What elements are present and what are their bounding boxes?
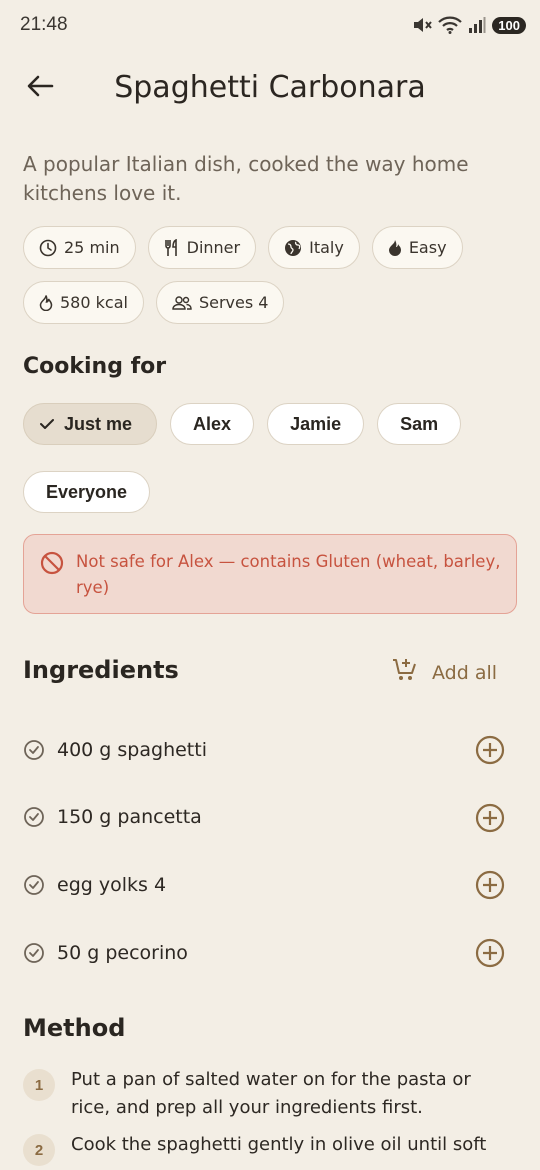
person-option-alex[interactable]: Alex (170, 403, 255, 445)
ingredients-heading: Ingredients (23, 656, 179, 684)
chip-label: Dinner (186, 238, 241, 257)
add-ingredient-button[interactable] (475, 870, 505, 904)
chip-servings: Serves 4 (155, 281, 285, 324)
check-icon (40, 414, 54, 435)
person-option-label: Jamie (290, 413, 342, 434)
add-ingredient-button[interactable] (475, 803, 505, 837)
chip-time: 25 min (23, 226, 136, 269)
chip-difficulty: Easy (371, 226, 463, 269)
check-circle-icon (23, 874, 45, 896)
flame-icon (39, 294, 53, 311)
step-text: Cook the spaghetti gently in olive oil u… (71, 1134, 487, 1155)
signal-icon (468, 17, 486, 33)
person-option-everyone[interactable]: Everyone (23, 471, 151, 513)
person-option-sam[interactable]: Sam (377, 403, 462, 445)
chip-label: 25 min (64, 238, 120, 257)
add-all-button[interactable]: Add all (392, 657, 497, 688)
allergy-alert: Not safe for Alex — contains Gluten (whe… (23, 534, 517, 614)
chip-cuisine: Italy (268, 226, 360, 269)
page-title: Spaghetti Carbonara (114, 70, 426, 105)
person-option-label: Alex (193, 413, 232, 434)
battery-indicator: 100 (492, 16, 526, 34)
status-bar: 21:48 100 (0, 0, 540, 50)
step-number: 1 (23, 1069, 55, 1101)
ingredient-label: 50 g pecorino (57, 941, 188, 964)
ingredient-row: 150 g pancetta (23, 784, 513, 852)
chip-label: Italy (309, 238, 344, 257)
recipe-info-chips: 25 min Dinner Italy Easy 580 kcal Serves… (23, 226, 523, 324)
method-heading: Method (23, 1014, 126, 1042)
method-steps: 1 Put a pan of salted water on for the p… (23, 1066, 513, 1170)
globe-icon (284, 239, 302, 257)
flame-icon (388, 239, 402, 256)
ingredient-row: egg yolks 4 (23, 851, 513, 919)
alert-text: Not safe for Alex — contains Gluten (whe… (76, 552, 501, 597)
person-option-label: Everyone (46, 481, 128, 502)
clock-icon (39, 239, 57, 257)
ingredient-label: 150 g pancetta (57, 806, 202, 829)
status-time: 21:48 (20, 14, 68, 35)
person-option-label: Sam (400, 413, 439, 434)
ingredient-label: 400 g spaghetti (57, 738, 207, 761)
mute-icon (412, 16, 433, 34)
ingredient-list: 400 g spaghetti 150 g pancetta egg yolks… (23, 716, 513, 986)
wifi-icon (438, 16, 463, 34)
cooking-for-heading: Cooking for (23, 354, 167, 379)
status-icons: 100 (412, 16, 526, 34)
cooking-for-options: Just me Alex Jamie Sam Everyone (23, 403, 523, 513)
check-circle-icon (23, 942, 45, 964)
method-step: 2 Cook the spaghetti gently in olive oil… (23, 1131, 513, 1166)
chip-label: 580 kcal (60, 293, 128, 312)
step-text: Put a pan of salted water on for the pas… (71, 1069, 471, 1118)
add-all-label: Add all (432, 661, 498, 684)
person-option-just-me[interactable]: Just me (23, 403, 158, 445)
chip-label: Serves 4 (198, 293, 269, 312)
add-ingredient-button[interactable] (475, 735, 505, 769)
check-circle-icon (23, 739, 45, 761)
ingredient-row: 50 g pecorino (23, 919, 513, 987)
cart-add-icon (392, 657, 418, 688)
step-number: 2 (23, 1134, 55, 1166)
recipe-description: A popular Italian dish, cooked the way h… (23, 152, 469, 205)
utensils-icon (164, 238, 180, 257)
chip-calories: 580 kcal (23, 281, 144, 324)
top-bar: Spaghetti Carbonara (0, 58, 540, 118)
person-option-jamie[interactable]: Jamie (267, 403, 365, 445)
add-ingredient-button[interactable] (475, 938, 505, 972)
chip-meal: Dinner (147, 226, 257, 269)
block-icon (40, 549, 64, 579)
people-icon (172, 295, 192, 310)
ingredient-row: 400 g spaghetti (23, 716, 513, 784)
check-circle-icon (23, 806, 45, 828)
person-option-label: Just me (64, 413, 133, 434)
method-step: 1 Put a pan of salted water on for the p… (23, 1066, 513, 1122)
chip-label: Easy (408, 238, 447, 257)
ingredient-label: egg yolks 4 (57, 873, 167, 896)
